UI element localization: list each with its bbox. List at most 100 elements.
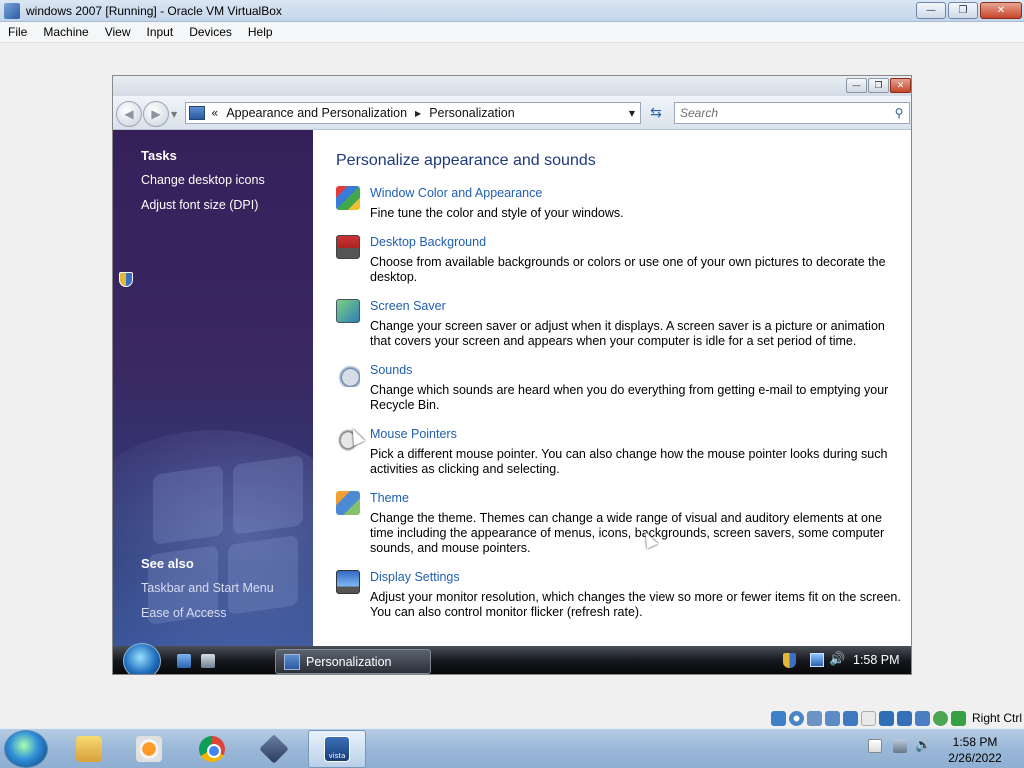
tasks-sidebar: Tasks Change desktop icons Adjust font s…: [113, 130, 313, 646]
usb-icon[interactable]: [842, 710, 858, 726]
recent-pages-dropdown[interactable]: ▼: [171, 110, 177, 119]
item-description: Change which sounds are heard when you d…: [370, 383, 889, 412]
menu-devices[interactable]: Devices: [181, 25, 240, 39]
optical-drive-icon[interactable]: [788, 710, 804, 726]
personalization-task-button[interactable]: Personalization: [275, 649, 431, 674]
menu-help[interactable]: Help: [240, 25, 281, 39]
vista-vm-button[interactable]: vista: [308, 730, 366, 768]
chrome-icon: [199, 736, 225, 762]
network-icon[interactable]: [893, 739, 907, 753]
network-icon[interactable]: [810, 653, 824, 667]
virtualbox-app-icon: [4, 2, 20, 19]
theme-icon[interactable]: [336, 491, 360, 515]
mouse-integration-icon[interactable]: [932, 710, 948, 726]
menu-view[interactable]: View: [97, 25, 139, 39]
windows-media-player-button[interactable]: [120, 730, 178, 768]
mouse-pointers-link[interactable]: Mouse Pointers: [370, 427, 457, 441]
breadcrumb-appearance[interactable]: Appearance and Personalization: [226, 106, 407, 120]
vista-label: vista: [328, 752, 346, 760]
forward-button[interactable]: ▶: [143, 101, 169, 127]
internet-explorer-icon[interactable]: [177, 654, 191, 668]
media-player-icon: [136, 736, 162, 762]
desktop-background-icon[interactable]: [336, 235, 360, 259]
search-box[interactable]: Search ⚲: [674, 102, 910, 124]
hard-disk-icon[interactable]: [770, 710, 786, 726]
show-desktop-icon[interactable]: [201, 654, 215, 668]
cp-minimize-button[interactable]: —: [846, 78, 867, 93]
list-item: Theme Change the theme. Themes can chang…: [336, 491, 906, 561]
adjust-font-size-link[interactable]: Adjust font size (DPI): [141, 198, 258, 212]
cp-close-button[interactable]: ✕: [890, 78, 911, 93]
uac-shield-icon: [119, 272, 133, 287]
security-center-icon[interactable]: [783, 653, 796, 668]
google-chrome-button[interactable]: [183, 730, 241, 768]
windows-flag-decoration: [233, 455, 303, 535]
sounds-icon[interactable]: [336, 363, 360, 387]
breadcrumb-personalization[interactable]: Personalization: [429, 106, 514, 120]
host-window-controls: — ❐ ✕: [916, 2, 1022, 19]
cp-restore-button[interactable]: ❐: [868, 78, 889, 93]
theme-link[interactable]: Theme: [370, 491, 409, 505]
item-description: Change your screen saver or adjust when …: [370, 319, 885, 348]
guest-taskbar: Personalization 🔊 1:58 PM: [113, 643, 911, 674]
volume-icon[interactable]: 🔊: [829, 652, 845, 667]
virtualbox-manager-button[interactable]: [245, 730, 303, 768]
address-dropdown-icon[interactable]: ▼: [629, 109, 635, 118]
action-center-flag-icon[interactable]: [868, 739, 882, 753]
menu-input[interactable]: Input: [139, 25, 182, 39]
see-also-heading: See also: [141, 556, 194, 571]
screen-saver-icon[interactable]: [336, 299, 360, 323]
window-color-icon[interactable]: [336, 186, 360, 210]
refresh-icon[interactable]: ⇆: [645, 102, 667, 124]
cpu-icon[interactable]: [914, 710, 930, 726]
change-desktop-icons-link[interactable]: Change desktop icons: [141, 173, 265, 187]
host-restore-button[interactable]: ❐: [948, 2, 978, 19]
window-color-link[interactable]: Window Color and Appearance: [370, 186, 542, 200]
address-overflow[interactable]: «: [211, 106, 218, 120]
host-taskbar: vista 🔊 1:58 PM 2/26/2022: [0, 728, 1024, 768]
audio-icon[interactable]: [806, 710, 822, 726]
item-description: Change the theme. Themes can change a wi…: [370, 511, 885, 555]
back-button[interactable]: ◀: [116, 101, 142, 127]
guest-screen[interactable]: — ❐ ✕ ◀ ▶ ▼ « Appearance and Personaliza…: [112, 75, 912, 675]
page-title: Personalize appearance and sounds: [336, 152, 596, 169]
volume-icon[interactable]: 🔊: [915, 739, 931, 753]
search-icon[interactable]: ⚲: [889, 106, 909, 120]
menu-machine[interactable]: Machine: [35, 25, 96, 39]
network-icon[interactable]: [824, 710, 840, 726]
display-settings-icon[interactable]: [336, 570, 360, 594]
screen-saver-link[interactable]: Screen Saver: [370, 299, 446, 313]
host-close-button[interactable]: ✕: [980, 2, 1022, 19]
host-key-label: Right Ctrl: [971, 711, 1022, 725]
display-icon[interactable]: [878, 710, 894, 726]
address-bar[interactable]: « Appearance and Personalization ▶ Perso…: [185, 102, 641, 124]
host-minimize-button[interactable]: —: [916, 2, 946, 19]
host-clock[interactable]: 1:58 PM 2/26/2022: [940, 734, 1010, 766]
control-panel-icon: [189, 106, 205, 120]
taskbar-start-menu-link[interactable]: Taskbar and Start Menu: [141, 581, 274, 595]
menu-file[interactable]: File: [0, 25, 35, 39]
shared-folders-icon[interactable]: [860, 710, 876, 726]
navigation-bar: ◀ ▶ ▼ « Appearance and Personalization ▶…: [113, 96, 911, 130]
windows-flag-decoration: [228, 535, 298, 615]
desktop-background-link[interactable]: Desktop Background: [370, 235, 486, 249]
ease-of-access-link[interactable]: Ease of Access: [141, 606, 226, 620]
host-window-title: windows 2007 [Running] - Oracle VM Virtu…: [26, 3, 282, 18]
keyboard-icon[interactable]: [950, 710, 966, 726]
vista-vm-icon: vista: [324, 736, 350, 762]
host-start-button[interactable]: [4, 730, 48, 768]
control-panel-title-bar: — ❐ ✕: [113, 76, 911, 96]
video-capture-icon[interactable]: [896, 710, 912, 726]
search-input[interactable]: Search: [675, 106, 889, 120]
folder-icon: [76, 736, 102, 762]
guest-start-button[interactable]: [123, 643, 161, 674]
breadcrumb-separator-icon[interactable]: ▶: [415, 109, 421, 118]
guest-clock[interactable]: 1:58 PM: [853, 653, 900, 667]
list-item: Screen Saver Change your screen saver or…: [336, 299, 906, 354]
sounds-link[interactable]: Sounds: [370, 363, 412, 377]
display-settings-link[interactable]: Display Settings: [370, 570, 460, 584]
list-item: Mouse Pointers Pick a different mouse po…: [336, 427, 906, 482]
windows-explorer-button[interactable]: [60, 730, 118, 768]
item-description: Choose from available backgrounds or col…: [370, 255, 886, 284]
task-label: Personalization: [306, 654, 392, 669]
